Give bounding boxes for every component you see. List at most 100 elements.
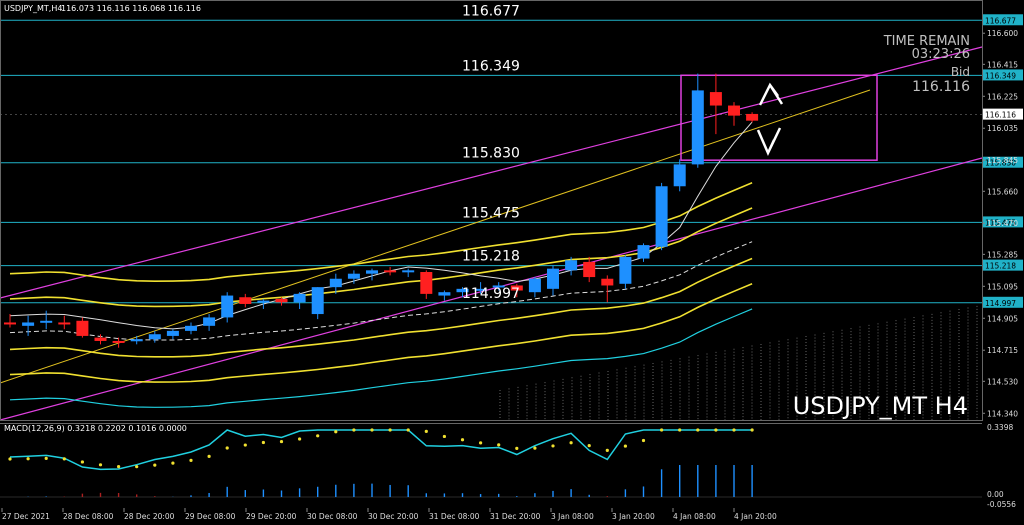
price-tick-label: 116.225 xyxy=(987,92,1018,101)
time-tick-label: 27 Dec 2021 xyxy=(2,512,50,521)
level-label: 114.997 xyxy=(462,286,520,302)
candle-body xyxy=(601,278,614,286)
candle-body xyxy=(347,273,360,279)
macd-signal-dot xyxy=(135,465,139,469)
current-price-label: 116.116 xyxy=(985,111,1016,120)
price-tick-label: 116.600 xyxy=(987,29,1018,38)
candle-body xyxy=(420,272,433,294)
macd-signal-dot xyxy=(551,444,555,448)
macd-signal-dot xyxy=(605,448,609,452)
candle-body xyxy=(221,295,234,318)
highlight-box xyxy=(680,74,878,161)
macd-signal-dot xyxy=(696,428,700,432)
macd-signal-dot xyxy=(388,428,392,432)
macd-signal-dot xyxy=(678,428,682,432)
macd-signal-dot xyxy=(497,443,501,447)
time-tick-label: 29 Dec 20:00 xyxy=(246,512,297,521)
ma-line xyxy=(9,121,753,330)
macd-signal-dot xyxy=(533,446,537,450)
price-tick-label: 115.470 xyxy=(987,219,1018,228)
candle-body xyxy=(329,278,342,288)
bid-value: 116.116 xyxy=(912,79,970,95)
macd-signal-dot xyxy=(424,429,428,433)
macd-signal-dot xyxy=(80,460,84,464)
candle-body xyxy=(239,297,252,304)
chart[interactable]: 116.677 116.349 115.830 115.475 115.218 114.9… xyxy=(0,0,1024,525)
macd-signal-dot xyxy=(660,428,664,432)
candle-body xyxy=(293,293,306,303)
time-tick-label: 31 Dec 08:00 xyxy=(429,512,480,521)
candle-body xyxy=(311,287,324,315)
candle-body xyxy=(130,339,143,342)
macd-label: MACD(12,26,9) 0.3218 0.2202 0.1016 0.000… xyxy=(4,424,187,433)
price-tick-label: 115.285 xyxy=(987,250,1018,259)
candle-body xyxy=(637,245,650,259)
candle-body xyxy=(728,105,740,116)
price-tick-label: 114.715 xyxy=(987,346,1018,355)
macd-panel: 0.3398 0.00-0.0556 xyxy=(0,423,1016,509)
price-tick-label: 115.845 xyxy=(987,156,1018,165)
candle-body xyxy=(691,90,704,165)
macd-signal-dot xyxy=(225,446,229,450)
indicator-lines xyxy=(0,46,983,421)
price-tick-label: 116.035 xyxy=(987,124,1018,133)
macd-signal-dot xyxy=(189,458,193,462)
candle-body xyxy=(746,113,759,121)
time-tick-label: 4 Jan 20:00 xyxy=(734,512,777,521)
candle-body xyxy=(94,337,107,341)
price-tick-label: 116.415 xyxy=(987,60,1018,69)
candle-body xyxy=(22,322,35,326)
macd-signal-dot xyxy=(587,444,591,448)
macd-signal-dot xyxy=(62,457,66,461)
macd-signal-dot xyxy=(98,463,103,467)
macd-signal-dot xyxy=(334,430,338,434)
candle-body xyxy=(112,340,125,343)
time-tick-label: 3 Jan 20:00 xyxy=(612,512,655,521)
macd-signal-dot xyxy=(279,439,284,444)
macd-signal-dot xyxy=(732,428,736,432)
time-axis: 27 Dec 2021 28 Dec 08:00 28 Dec 20:00 29 De… xyxy=(1,508,777,521)
level-label: 116.677 xyxy=(462,3,520,19)
candle-body xyxy=(402,270,415,273)
candle-body xyxy=(619,256,632,284)
time-tick-label: 28 Dec 20:00 xyxy=(124,512,175,521)
macd-signal-dot xyxy=(623,444,628,448)
macd-signal-dot xyxy=(117,465,121,469)
price-tick-label: 114.340 xyxy=(987,409,1018,418)
macd-signal-dot xyxy=(479,441,483,445)
time-tick-label: 30 Dec 20:00 xyxy=(368,512,419,521)
macd-signal-dot xyxy=(714,428,718,432)
candle-body xyxy=(583,261,596,278)
candle-body xyxy=(366,270,378,274)
macd-tick-label: 0.00 xyxy=(987,490,1004,499)
candle-body xyxy=(565,260,578,271)
candle-body xyxy=(257,300,270,303)
arrow-up-icon xyxy=(758,82,784,106)
candle-body xyxy=(547,268,559,289)
candle-body xyxy=(673,164,686,187)
bid-label: Bid xyxy=(951,65,970,79)
header-symbol: USDJPY_MT,H4 xyxy=(4,4,62,13)
macd-signal-dot xyxy=(207,454,211,458)
macd-signal-dot xyxy=(153,463,157,467)
time-tick-label: 28 Dec 08:00 xyxy=(63,512,114,521)
level-tag-label: 116.349 xyxy=(985,71,1016,80)
macd-signal-dot xyxy=(641,438,646,443)
candle-body xyxy=(4,322,16,325)
band-line xyxy=(9,282,753,383)
macd-tick-label: 0.3398 xyxy=(987,423,1013,432)
level-label: 115.475 xyxy=(462,205,520,221)
price-tick-label: 114.530 xyxy=(987,377,1018,386)
time-tick-label: 31 Dec 20:00 xyxy=(490,512,541,521)
macd-signal-dot xyxy=(171,461,175,465)
candle-body xyxy=(438,292,451,296)
symbol-label: USDJPY_MT H4 xyxy=(793,392,968,420)
candle-body xyxy=(148,334,161,340)
macd-signal-dot xyxy=(442,434,446,439)
level-label: 116.349 xyxy=(462,58,520,74)
price-axis: 116.677116.349115.830115.475115.218114.9… xyxy=(982,14,1023,418)
candle-body xyxy=(58,322,71,325)
cloud-line xyxy=(9,308,753,408)
candle-body xyxy=(384,270,397,273)
level-labels: 116.677 116.349 115.830 115.475 115.218 114.9… xyxy=(462,3,520,302)
